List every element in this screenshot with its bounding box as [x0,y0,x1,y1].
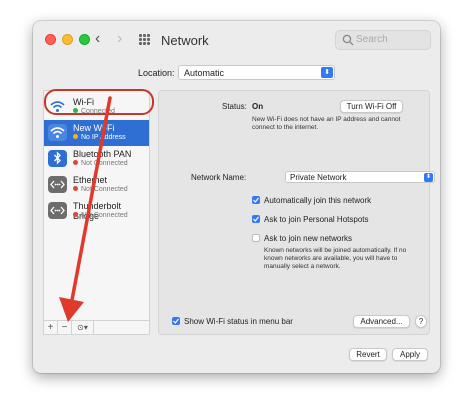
annotation-arrow-icon [59,96,112,322]
